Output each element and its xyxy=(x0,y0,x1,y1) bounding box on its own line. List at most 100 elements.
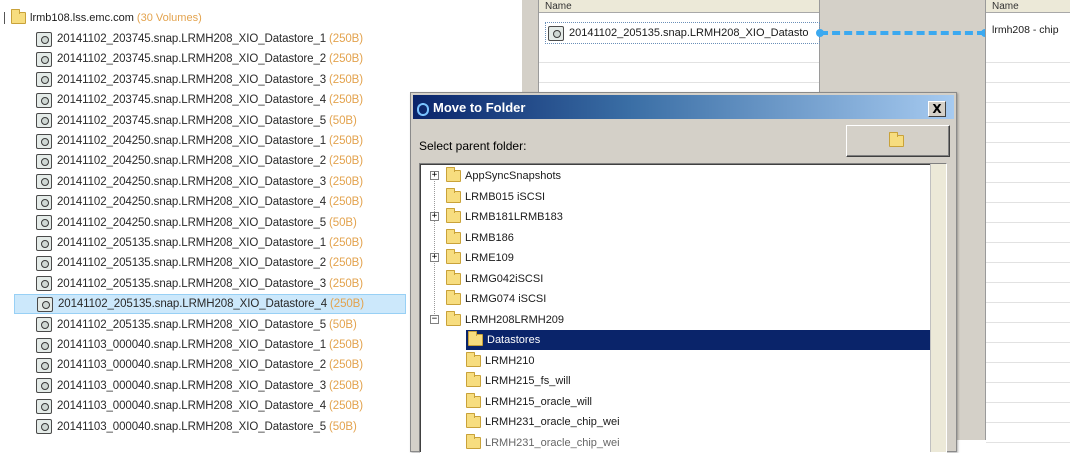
snapshot-icon xyxy=(36,419,52,435)
tree-item-label: 20141102_203745.snap.LRMH208_XIO_Datasto… xyxy=(57,73,327,86)
snapshot-grid-row[interactable]: 20141102_205135.snap.LRMH208_XIO_Datasto xyxy=(545,22,820,44)
snapshot-icon xyxy=(36,31,52,47)
grid-line xyxy=(986,242,1070,243)
grid-column-header[interactable]: Name xyxy=(986,0,1070,13)
folder-item[interactable]: AppSyncSnapshots xyxy=(446,166,561,186)
folder-item[interactable]: LRMH210 xyxy=(466,351,535,371)
folder-icon xyxy=(466,433,481,449)
tree-item[interactable]: 20141102_204250.snap.LRMH208_XIO_Datasto… xyxy=(36,172,363,192)
grid-line xyxy=(986,162,1070,163)
grid-line xyxy=(986,362,1070,363)
tree-item[interactable]: 20141102_203745.snap.LRMH208_XIO_Datasto… xyxy=(36,90,363,110)
app-icon xyxy=(417,101,429,116)
grid-line xyxy=(986,202,1070,203)
tree-item-label: 20141102_205135.snap.LRMH208_XIO_Datasto… xyxy=(57,257,327,270)
new-folder-button[interactable] xyxy=(846,125,950,157)
folder-icon xyxy=(446,310,461,326)
vertical-scrollbar[interactable] xyxy=(930,164,946,452)
tree-item[interactable]: 20141102_205135.snap.LRMH208_XIO_Datasto… xyxy=(36,315,357,335)
tree-item[interactable]: 20141102_205135.snap.LRMH208_XIO_Datasto… xyxy=(36,253,363,273)
folder-label: LRME109 xyxy=(465,252,514,264)
grid-line xyxy=(539,82,819,83)
tree-item[interactable]: 20141102_204250.snap.LRMH208_XIO_Datasto… xyxy=(36,151,363,171)
tree-item[interactable]: 20141102_204250.snap.LRMH208_XIO_Datasto… xyxy=(36,131,363,151)
folder-item[interactable]: LRMH215_oracle_will xyxy=(466,392,592,412)
tree-item[interactable]: 20141102_205135.snap.LRMH208_XIO_Datasto… xyxy=(14,294,406,315)
snapshot-grid-label: 20141102_205135.snap.LRMH208_XIO_Datasto xyxy=(569,27,809,39)
folder-tree[interactable]: + AppSyncSnapshots LRMB015 iSCSI + LRMB181LR… xyxy=(419,163,947,453)
snapshot-icon xyxy=(36,255,52,271)
tree-item-size: (250B) xyxy=(329,53,363,66)
tree-item-label: 20141103_000040.snap.LRMH208_XIO_Datasto… xyxy=(57,400,327,413)
snapshot-icon xyxy=(36,378,52,394)
tree-item-label: 20141102_203745.snap.LRMH208_XIO_Datasto… xyxy=(57,94,327,107)
folder-item[interactable]: LRMG074 iSCSI xyxy=(446,289,546,309)
folder-item[interactable]: LRMH215_fs_will xyxy=(466,371,571,391)
tree-item[interactable]: 20141102_203745.snap.LRMH208_XIO_Datasto… xyxy=(36,49,363,69)
folder-item[interactable]: LRMH208LRMH209 xyxy=(446,310,564,330)
tree-item[interactable]: 20141102_203745.snap.LRMH208_XIO_Datasto… xyxy=(36,111,357,131)
expand-icon[interactable]: + xyxy=(430,171,439,180)
tree-line xyxy=(4,12,5,24)
tree-item[interactable]: 20141103_000040.snap.LRMH208_XIO_Datasto… xyxy=(36,335,363,355)
select-parent-label: Select parent folder: xyxy=(419,139,527,153)
tree-item[interactable]: 20141102_205135.snap.LRMH208_XIO_Datasto… xyxy=(36,274,363,294)
grid-line xyxy=(986,382,1070,383)
folder-item[interactable]: LRMG042iSCSI xyxy=(446,269,543,289)
expand-icon[interactable]: + xyxy=(430,212,439,221)
tree-item[interactable]: 20141102_203745.snap.LRMH208_XIO_Datasto… xyxy=(36,29,363,49)
folder-item[interactable]: LRME109 xyxy=(446,248,514,268)
folder-label: LRMG042iSCSI xyxy=(465,272,544,285)
tree-item[interactable]: 20141102_205135.snap.LRMH208_XIO_Datasto… xyxy=(36,233,363,253)
folder-label: LRMG074 iSCSI xyxy=(465,293,547,305)
tree-item-size: (250B) xyxy=(329,73,363,86)
dialog-title-bar[interactable]: Move to Folder X xyxy=(413,95,954,119)
folder-item[interactable]: LRMB186 xyxy=(446,228,514,248)
tree-connector xyxy=(434,174,435,324)
tree-item[interactable]: 20141102_204250.snap.LRMH208_XIO_Datasto… xyxy=(36,192,363,212)
tree-item[interactable]: 20141102_203745.snap.LRMH208_XIO_Datasto… xyxy=(36,70,363,90)
snapshot-icon xyxy=(36,276,52,292)
tree-item[interactable]: 20141103_000040.snap.LRMH208_XIO_Datasto… xyxy=(36,396,363,416)
grid-line xyxy=(986,182,1070,183)
folder-icon xyxy=(466,392,481,408)
folder-label: Datastores xyxy=(487,334,541,346)
folder-item[interactable]: Datastores xyxy=(466,330,930,350)
tree-item-size: (250B) xyxy=(329,339,363,351)
folder-item[interactable]: LRMB015 iSCSI xyxy=(446,187,545,207)
folder-item[interactable]: LRMB181LRMB183 xyxy=(446,207,563,227)
grid-line xyxy=(986,402,1070,403)
close-button[interactable]: X xyxy=(928,101,946,117)
folder-icon xyxy=(446,290,461,305)
snapshot-icon xyxy=(36,317,52,333)
tree-item-size: (50B) xyxy=(329,318,357,331)
folder-label: AppSyncSnapshots xyxy=(465,170,562,182)
tree-root-host[interactable]: lrmb108.lss.emc.com (30 Volumes) xyxy=(4,9,202,27)
folder-icon xyxy=(11,9,26,24)
snapshot-icon xyxy=(36,113,52,129)
folder-icon xyxy=(446,167,461,182)
tree-item[interactable]: 20141102_204250.snap.LRMH208_XIO_Datasto… xyxy=(36,213,357,233)
target-grid-row[interactable]: lrmh208 - chip xyxy=(992,24,1059,36)
snapshot-icon xyxy=(36,194,52,210)
tree-item-size: (250B) xyxy=(329,379,363,392)
grid-column-header[interactable]: Name xyxy=(539,0,819,13)
folder-item[interactable]: LRMH231_oracle_chip_wei xyxy=(466,433,620,453)
folder-label: LRMB181LRMB183 xyxy=(465,211,563,223)
tree-item[interactable]: 20141103_000040.snap.LRMH208_XIO_Datasto… xyxy=(36,417,357,437)
folder-item[interactable]: LRMH231_oracle_chip_wei xyxy=(466,412,620,432)
tree-item-size: (250B) xyxy=(329,135,363,147)
tree-item-size: (250B) xyxy=(329,400,363,413)
collapse-icon[interactable]: − xyxy=(430,314,439,324)
folder-icon xyxy=(446,228,461,244)
tree-item[interactable]: 20141103_000040.snap.LRMH208_XIO_Datasto… xyxy=(36,376,363,396)
grid-line xyxy=(986,82,1070,83)
tree-item-size: (250B) xyxy=(329,196,363,209)
tree-item-label: 20141102_205135.snap.LRMH208_XIO_Datasto… xyxy=(57,277,327,290)
tree-item[interactable]: 20141103_000040.snap.LRMH208_XIO_Datasto… xyxy=(36,355,363,375)
drag-link-connector xyxy=(816,29,989,37)
expand-icon[interactable]: + xyxy=(430,253,439,262)
tree-item-label: 20141102_204250.snap.LRMH208_XIO_Datasto… xyxy=(57,155,327,168)
grid-line xyxy=(986,282,1070,283)
folder-label: LRMH231_oracle_chip_wei xyxy=(485,416,620,428)
